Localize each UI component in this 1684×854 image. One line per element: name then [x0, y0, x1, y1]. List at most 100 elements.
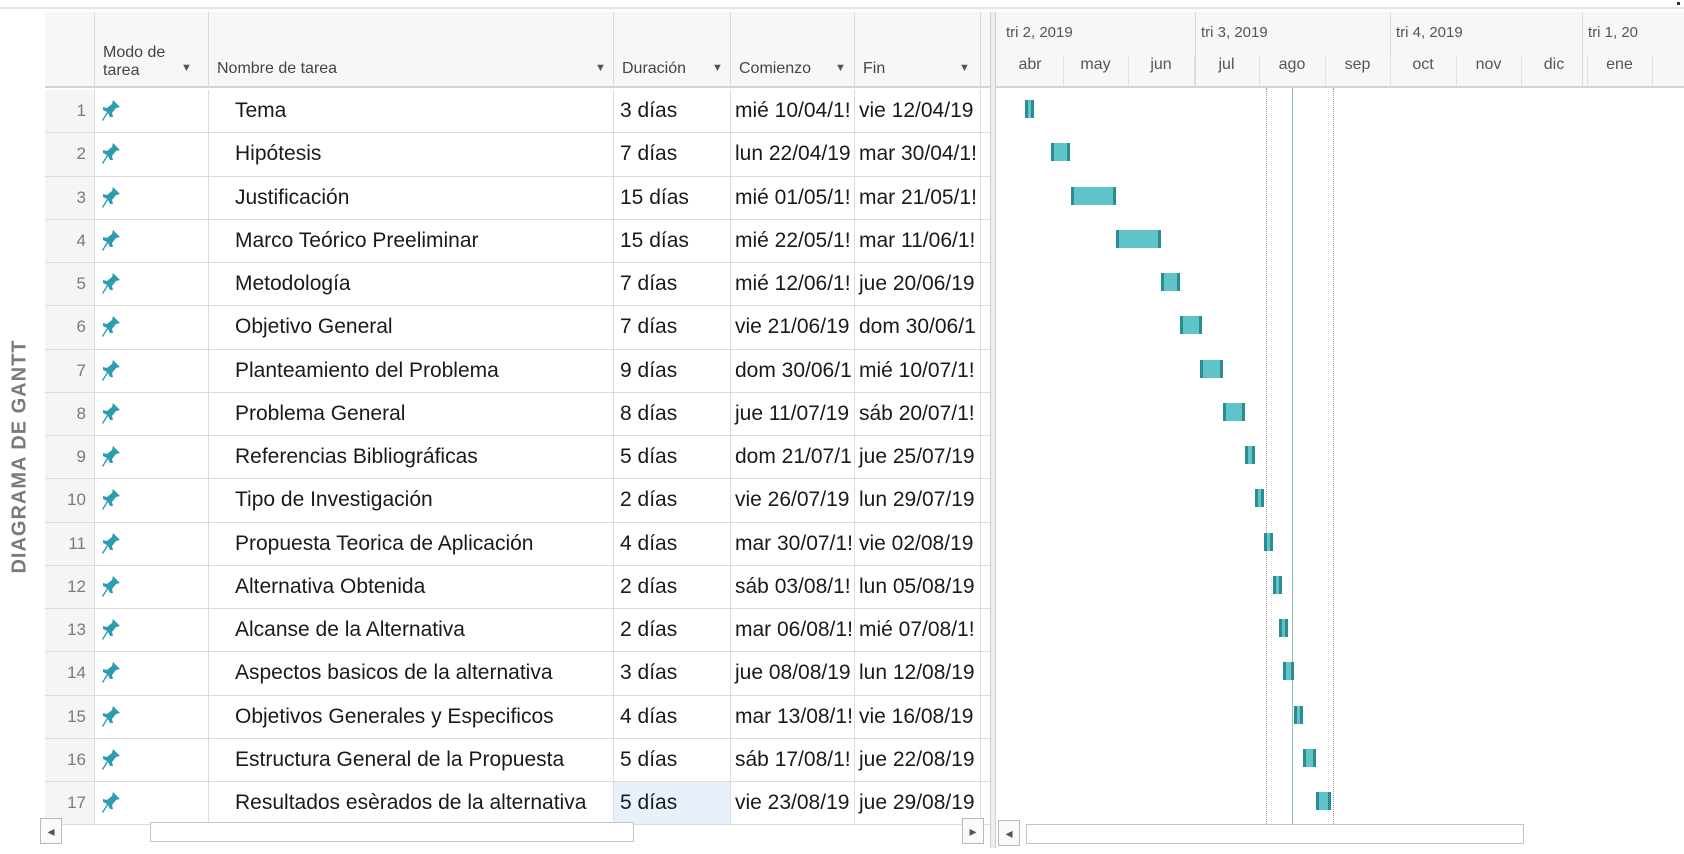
duration-cell[interactable]: 2 días — [614, 609, 731, 652]
task-name-cell[interactable]: Tema — [209, 90, 614, 133]
duration-cell[interactable]: 4 días — [614, 695, 731, 738]
start-cell[interactable]: jue 08/08/19 — [731, 652, 855, 695]
gantt-bar[interactable] — [1115, 229, 1161, 248]
task-row[interactable]: 3 Justificación 15 días mié 01/05/1! mar 21/… — [45, 176, 990, 220]
task-mode-cell[interactable] — [95, 479, 209, 522]
start-cell[interactable]: dom 21/07/1 — [731, 436, 855, 479]
task-name-cell[interactable]: Objetivos Generales y Especificos — [209, 695, 614, 738]
row-number[interactable]: 7 — [45, 349, 95, 392]
table-horizontal-scrollbar[interactable]: ◂ ▸ — [40, 818, 985, 846]
duration-cell[interactable]: 4 días — [614, 522, 731, 565]
gantt-bar[interactable] — [1302, 748, 1316, 767]
gantt-horizontal-scrollbar[interactable]: ◂ — [998, 820, 1528, 848]
task-name-cell[interactable]: Alcanse de la Alternativa — [209, 609, 614, 652]
row-number[interactable]: 5 — [45, 263, 95, 306]
gantt-scroll-left-button[interactable]: ◂ — [998, 820, 1020, 846]
finish-cell[interactable]: vie 02/08/19 — [855, 522, 981, 565]
duration-cell[interactable]: 8 días — [614, 392, 731, 435]
column-header-task-name[interactable]: Nombre de tarea ▼ — [209, 12, 614, 88]
duration-cell[interactable]: 7 días — [614, 306, 731, 349]
column-header-finish[interactable]: Fin ▼ — [855, 12, 981, 88]
task-row[interactable]: 13 Alcanse de la Alternativa 2 días mar 06/… — [45, 609, 990, 653]
finish-cell[interactable]: lun 12/08/19 — [855, 652, 981, 695]
task-mode-cell[interactable] — [95, 695, 209, 738]
gantt-bar[interactable] — [1283, 662, 1295, 681]
task-mode-cell[interactable] — [95, 306, 209, 349]
gantt-bar[interactable] — [1272, 575, 1282, 594]
duration-cell[interactable]: 5 días — [614, 436, 731, 479]
task-row[interactable]: 16 Estructura General de la Propuesta 5 dí… — [45, 738, 990, 782]
task-mode-cell[interactable] — [95, 133, 209, 176]
chevron-down-icon[interactable]: ▼ — [595, 62, 606, 74]
finish-cell[interactable]: lun 05/08/19 — [855, 565, 981, 608]
gantt-bar[interactable] — [1025, 100, 1035, 118]
gantt-bar[interactable] — [1264, 532, 1273, 551]
duration-cell[interactable]: 3 días — [614, 90, 731, 133]
gantt-bar[interactable] — [1255, 489, 1265, 508]
task-mode-cell[interactable] — [95, 219, 209, 262]
start-cell[interactable]: vie 26/07/19 — [731, 479, 855, 522]
task-name-cell[interactable]: Estructura General de la Propuesta — [209, 738, 614, 781]
start-cell[interactable]: vie 21/06/19 — [731, 306, 855, 349]
row-number[interactable]: 9 — [45, 436, 95, 479]
start-cell[interactable]: mar 13/08/1! — [731, 695, 855, 738]
row-number[interactable]: 13 — [45, 609, 95, 652]
task-mode-cell[interactable] — [95, 738, 209, 781]
gantt-bar[interactable] — [1279, 619, 1289, 637]
row-number[interactable]: 11 — [45, 522, 95, 565]
start-cell[interactable]: mié 22/05/1! — [731, 219, 855, 262]
task-mode-cell[interactable] — [95, 522, 209, 565]
finish-cell[interactable]: lun 29/07/19 — [855, 479, 981, 522]
row-number[interactable]: 1 — [45, 90, 95, 133]
gantt-bar[interactable] — [1294, 705, 1304, 724]
chevron-down-icon[interactable]: ▼ — [959, 62, 970, 74]
row-number[interactable]: 12 — [45, 565, 95, 608]
task-mode-cell[interactable] — [95, 263, 209, 306]
row-number[interactable]: 16 — [45, 738, 95, 781]
row-number[interactable]: 8 — [45, 392, 95, 435]
task-name-cell[interactable]: Tipo de Investigación — [209, 479, 614, 522]
finish-cell[interactable]: vie 12/04/19 — [855, 90, 981, 133]
scroll-thumb[interactable] — [150, 822, 634, 842]
row-number[interactable]: 4 — [45, 219, 95, 262]
finish-cell[interactable]: jue 25/07/19 — [855, 436, 981, 479]
duration-cell[interactable]: 9 días — [614, 349, 731, 392]
start-cell[interactable]: mar 30/07/1! — [731, 522, 855, 565]
task-row[interactable]: 9 Referencias Bibliográficas 5 días dom 21/… — [45, 436, 990, 480]
finish-cell[interactable]: dom 30/06/1 — [855, 306, 981, 349]
task-name-cell[interactable]: Hipótesis — [209, 133, 614, 176]
task-name-cell[interactable]: Referencias Bibliográficas — [209, 436, 614, 479]
task-row[interactable]: 14 Aspectos basicos de la alternativa 3 dí… — [45, 652, 990, 696]
task-row[interactable]: 6 Objetivo General 7 días vie 21/06/19 dom 3… — [45, 306, 990, 350]
gantt-scroll-thumb[interactable] — [1026, 824, 1524, 844]
chevron-down-icon[interactable]: ▼ — [712, 62, 723, 74]
finish-cell[interactable]: mar 11/06/1! — [855, 219, 981, 262]
task-mode-cell[interactable] — [95, 609, 209, 652]
task-mode-cell[interactable] — [95, 436, 209, 479]
chevron-down-icon[interactable]: ▼ — [835, 62, 846, 74]
select-all-corner[interactable] — [45, 12, 95, 88]
row-number[interactable]: 6 — [45, 306, 95, 349]
task-row[interactable]: 12 Alternativa Obtenida 2 días sáb 03/08/1!… — [45, 565, 990, 609]
gantt-bar[interactable] — [1160, 273, 1181, 291]
column-header-duration[interactable]: Duración ▼ — [614, 12, 731, 88]
task-name-cell[interactable]: Marco Teórico Preeliminar — [209, 219, 614, 262]
row-number[interactable]: 15 — [45, 695, 95, 738]
start-cell[interactable]: dom 30/06/1 — [731, 349, 855, 392]
gantt-bar[interactable] — [1180, 316, 1202, 335]
task-mode-cell[interactable] — [95, 176, 209, 219]
task-mode-cell[interactable] — [95, 565, 209, 608]
task-row[interactable]: 5 Metodología 7 días mié 12/06/1! jue 20/06/… — [45, 263, 990, 307]
duration-cell[interactable]: 15 días — [614, 219, 731, 262]
task-name-cell[interactable]: Justificación — [209, 176, 614, 219]
gantt-bar[interactable] — [1315, 792, 1331, 810]
finish-cell[interactable]: sáb 20/07/1! — [855, 392, 981, 435]
duration-cell[interactable]: 7 días — [614, 133, 731, 176]
row-number[interactable]: 3 — [45, 176, 95, 219]
task-row[interactable]: 10 Tipo de Investigación 2 días vie 26/07/1… — [45, 479, 990, 523]
finish-cell[interactable]: jue 22/08/19 — [855, 738, 981, 781]
start-cell[interactable]: jue 11/07/19 — [731, 392, 855, 435]
task-row[interactable]: 2 Hipótesis 7 días lun 22/04/19 mar 30/04/1! — [45, 133, 990, 177]
finish-cell[interactable]: mar 30/04/1! — [855, 133, 981, 176]
task-row[interactable]: 11 Propuesta Teorica de Aplicación 4 días m… — [45, 522, 990, 566]
